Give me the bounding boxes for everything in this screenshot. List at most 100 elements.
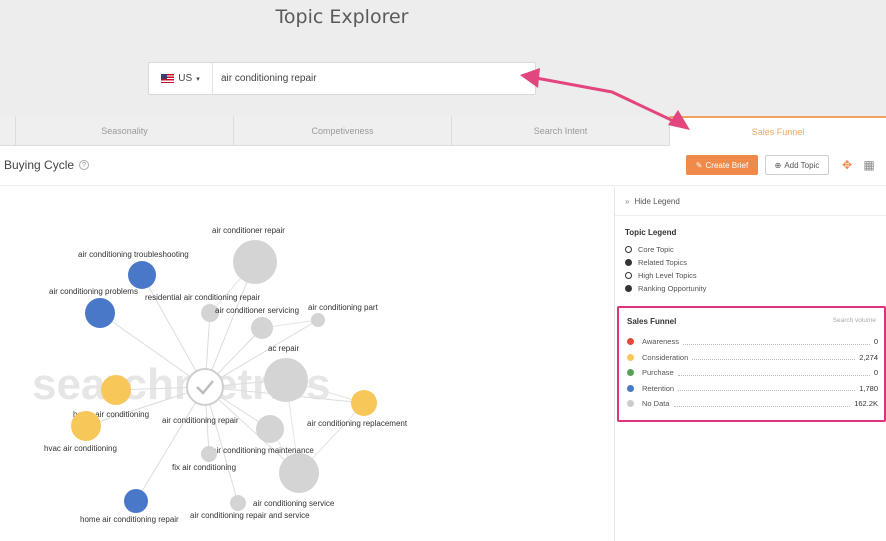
legend-item: Ranking Opportunity — [625, 282, 706, 295]
topic-node-circle — [128, 261, 156, 289]
consideration-dot-icon — [627, 353, 634, 361]
divider — [615, 215, 886, 216]
header: Topic Explorer US ▾ — [0, 0, 886, 116]
topic-node-label: home air conditioning repair — [80, 515, 179, 524]
topic-node-circle — [311, 313, 325, 327]
solid-dot-icon — [625, 259, 632, 266]
topic-node-circle — [256, 415, 284, 443]
topic-node-label: air conditioning part — [308, 303, 379, 312]
topic-node[interactable]: air conditioning service — [253, 453, 335, 508]
caret-down-icon: ▾ — [196, 75, 200, 83]
tab-competiveness[interactable]: Competiveness — [233, 116, 451, 146]
tab-bar: Seasonality Competiveness Search Intent … — [0, 116, 886, 146]
legend-item-label: Ranking Opportunity — [638, 284, 707, 293]
funnel-row-purchase: Purchase 0 — [627, 365, 878, 381]
funnel-row-label: Retention — [642, 383, 675, 393]
sales-funnel-title: Sales Funnel — [627, 317, 677, 326]
center-node-label: air conditioning repair — [162, 416, 239, 425]
dotted-leader — [673, 401, 851, 407]
toolbar: Buying Cycle ? ✎ Create Brief ⊕ Add Topi… — [0, 146, 886, 186]
help-icon[interactable]: ? — [79, 160, 90, 170]
funnel-row-label: Awareness — [642, 337, 679, 347]
create-brief-label: Create Brief — [705, 160, 749, 170]
topic-node[interactable]: air conditioner repair — [212, 226, 285, 284]
topic-node-circle — [251, 317, 273, 339]
tab-partial[interactable] — [0, 116, 15, 146]
add-topic-button[interactable]: ⊕ Add Topic — [765, 155, 829, 175]
topic-node-circle — [279, 453, 319, 493]
topic-node-circle — [101, 375, 131, 405]
buying-cycle-label: Buying Cycle — [4, 158, 75, 172]
topic-node-circle — [230, 495, 246, 511]
topic-node[interactable]: ac repair — [264, 344, 308, 402]
hide-legend-button[interactable]: » Hide Legend — [625, 197, 680, 206]
create-brief-button[interactable]: ✎ Create Brief — [686, 155, 758, 175]
tab-search-intent[interactable]: Search Intent — [451, 116, 669, 146]
legend-item: Core Topic — [625, 243, 706, 256]
topic-node-label: fix air conditioning — [172, 463, 236, 472]
topic-node-label: air conditioning service — [253, 499, 335, 508]
move-icon[interactable]: ✥ — [840, 158, 854, 172]
topic-node[interactable]: home air conditioning repair — [80, 489, 179, 524]
purchase-dot-icon — [627, 369, 634, 377]
topic-node-label: air conditioning problems — [49, 287, 138, 296]
topic-node[interactable]: air conditioning part — [308, 303, 379, 327]
graph-canvas: searchmetrics air conditioner repairair … — [32, 226, 408, 524]
topic-legend-list: Core Topic Related Topics High Level Top… — [625, 243, 706, 295]
edit-icon: ✎ — [695, 160, 703, 170]
table-icon[interactable]: ▦ — [862, 158, 876, 172]
funnel-row-label: No Data — [642, 399, 670, 409]
funnel-row-label: Purchase — [642, 368, 674, 378]
legend-item-label: High Level Topics — [638, 271, 697, 280]
country-code: US — [178, 73, 193, 84]
funnel-row-value: 2,274 — [859, 352, 878, 362]
funnel-row-value: 1,780 — [859, 383, 878, 393]
topic-node[interactable]: air conditioning troubleshooting — [78, 250, 189, 289]
topic-node-circle — [351, 390, 377, 416]
funnel-row-label: Consideration — [642, 352, 689, 362]
legend-item-label: Core Topic — [638, 245, 674, 254]
legend-panel: » Hide Legend Topic Legend Core Topic Re… — [614, 187, 886, 541]
search-input[interactable] — [213, 73, 533, 84]
topic-node[interactable]: air conditioner servicing — [215, 306, 299, 339]
funnel-row-value: 0 — [873, 337, 878, 347]
sales-funnel-subtitle: Search volume — [832, 317, 876, 324]
country-selector[interactable]: US ▾ — [149, 63, 213, 94]
hollow-dot-icon — [625, 246, 632, 253]
tab-sales-funnel[interactable]: Sales Funnel — [669, 116, 886, 146]
topic-node-circle — [233, 240, 277, 284]
sales-funnel-legend: Sales Funnel Search volume Awareness 0 C… — [617, 306, 886, 422]
legend-item: High Level Topics — [625, 269, 706, 282]
topic-node-label: air conditioner servicing — [215, 306, 299, 315]
topic-node-label: hvac air conditioning — [44, 444, 117, 453]
topic-node-label: air conditioner repair — [212, 226, 285, 235]
tab-seasonality[interactable]: Seasonality — [15, 116, 233, 146]
retention-dot-icon — [627, 384, 634, 392]
topic-node-circle — [124, 489, 148, 513]
topic-node[interactable]: air conditioning problems — [49, 287, 138, 328]
double-chevron-right-icon: » — [625, 197, 630, 206]
search-box: US ▾ — [148, 62, 536, 95]
page-title: Topic Explorer — [275, 6, 409, 28]
hide-legend-label: Hide Legend — [634, 197, 680, 206]
dotted-leader — [682, 339, 870, 345]
topic-graph: searchmetrics air conditioner repair air … — [0, 187, 614, 541]
legend-item: Related Topics — [625, 256, 706, 269]
no-data-dot-icon — [627, 400, 634, 408]
funnel-row-value: 162.2K — [854, 399, 878, 409]
topic-node-label: air conditioning replacement — [307, 419, 408, 428]
center-node-circle — [186, 368, 224, 406]
dotted-leader — [677, 370, 870, 376]
awareness-dot-icon — [627, 338, 634, 346]
plus-circle-icon: ⊕ — [774, 160, 782, 170]
topic-node-label: ac repair — [268, 344, 299, 353]
funnel-row-value: 0 — [873, 368, 878, 378]
sales-funnel-rows: Awareness 0 Consideration 2,274 Purchase… — [627, 334, 878, 412]
dotted-leader — [692, 354, 856, 361]
topic-node-circle — [264, 358, 308, 402]
funnel-row-consideration: Consideration 2,274 — [627, 350, 878, 366]
add-topic-label: Add Topic — [784, 160, 820, 170]
funnel-row-awareness: Awareness 0 — [627, 334, 878, 350]
dotted-leader — [678, 385, 856, 392]
topic-node-label: residential air conditioning repair — [145, 293, 261, 302]
